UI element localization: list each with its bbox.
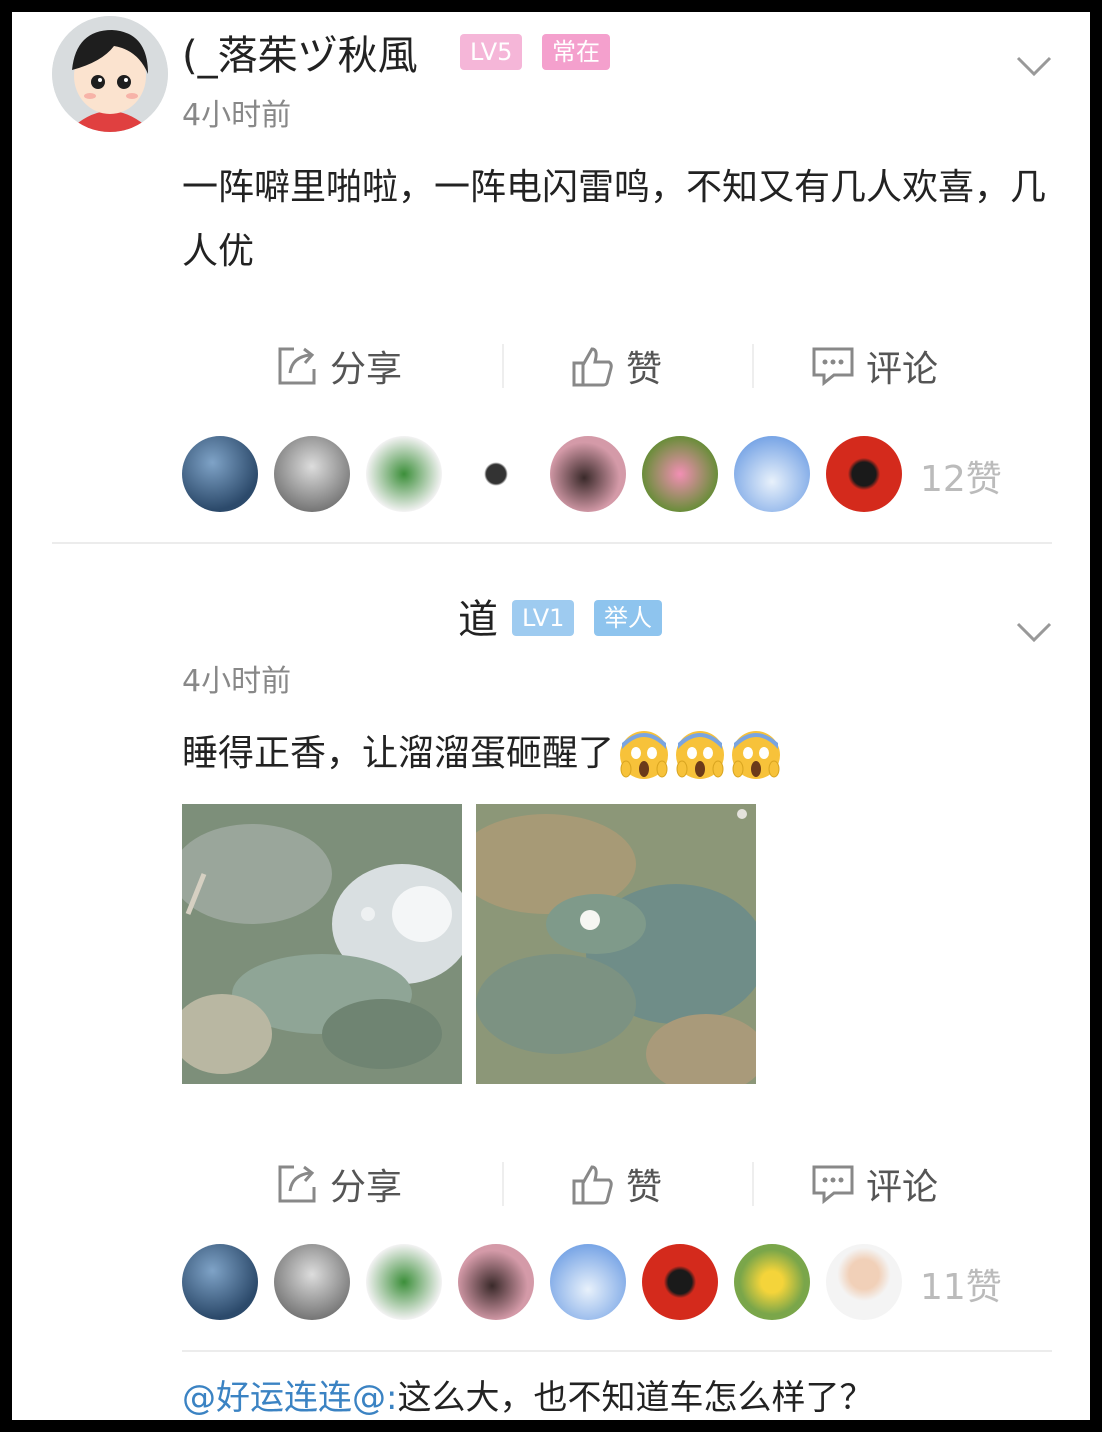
screen: (_落茱ヅ秋風 LV5 常在 4小时前 一阵噼里啪啦，一阵电闪雷鸣，不知又有几人… [12, 12, 1090, 1420]
liker-avatar[interactable] [734, 436, 810, 512]
comment-label: 评论 [866, 349, 939, 390]
like-count[interactable]: 11赞 [920, 1258, 1002, 1310]
level-badge: LV5 [460, 34, 523, 70]
share-label: 分享 [330, 1167, 403, 1208]
scream-emoji-icon [676, 731, 725, 779]
action-bar: 分享 赞 评论 [182, 1154, 1062, 1214]
liker-avatar[interactable] [642, 436, 718, 512]
liker-avatar[interactable] [458, 436, 534, 512]
liker-avatar[interactable] [274, 436, 350, 512]
reply-mention[interactable]: @好运连连@: [182, 1378, 397, 1418]
separator [752, 1162, 754, 1206]
share-button[interactable]: 分享 [274, 1154, 402, 1214]
liker-avatar[interactable] [826, 436, 902, 512]
likers-row: 11赞 [182, 1244, 1062, 1320]
rank-badge: 举人 [594, 600, 662, 636]
post-time: 4小时前 [182, 664, 292, 699]
comment-icon [812, 347, 854, 387]
share-icon [278, 1165, 316, 1203]
like-button[interactable]: 赞 [570, 1154, 662, 1214]
comment-icon [812, 1165, 854, 1205]
share-label: 分享 [330, 349, 403, 390]
rank-badge: 常在 [542, 34, 610, 70]
share-icon [278, 347, 316, 385]
liker-avatar[interactable] [550, 1244, 626, 1320]
comment-button[interactable]: 评论 [810, 1154, 938, 1214]
like-label: 赞 [626, 1167, 663, 1208]
liker-avatar[interactable] [734, 1244, 810, 1320]
like-count[interactable]: 12赞 [920, 450, 1002, 502]
separator [502, 344, 504, 388]
post-time: 4小时前 [182, 98, 292, 133]
reply-comment: @好运连连@:这么大，也不知道车怎么样了？ [182, 1370, 873, 1419]
scream-emoji-icon [732, 731, 781, 779]
avatar[interactable] [52, 16, 168, 132]
liker-avatar[interactable] [642, 1244, 718, 1320]
post-text: 一阵噼里啪啦，一阵电闪雷鸣，不知又有几人欢喜，几人优 [182, 167, 1047, 272]
scream-emoji-icon [620, 731, 669, 779]
share-button[interactable]: 分享 [274, 336, 402, 396]
reply-divider [182, 1350, 1052, 1352]
post-photo-2[interactable] [476, 804, 756, 1084]
liker-avatar[interactable] [182, 1244, 258, 1320]
like-label: 赞 [626, 349, 663, 390]
chevron-down-icon[interactable] [1014, 54, 1054, 78]
username[interactable]: (_落茱ヅ秋風 [182, 32, 418, 80]
post-text: 睡得正香，让溜溜蛋砸醒了 [182, 722, 1062, 786]
liker-avatar[interactable] [826, 1244, 902, 1320]
separator [752, 344, 754, 388]
liker-avatar[interactable] [274, 1244, 350, 1320]
liker-avatar[interactable] [182, 436, 258, 512]
reply-text: 这么大，也不知道车怎么样了？ [397, 1378, 874, 1418]
comment-label: 评论 [866, 1167, 939, 1208]
separator [502, 1162, 504, 1206]
like-button[interactable]: 赞 [570, 336, 662, 396]
liker-avatar[interactable] [550, 436, 626, 512]
liker-avatar[interactable] [366, 436, 442, 512]
thumbs-up-icon [572, 347, 613, 387]
level-badge: LV1 [512, 600, 575, 636]
post-divider [52, 542, 1052, 544]
username[interactable]: 道 [458, 596, 498, 644]
chevron-down-icon[interactable] [1014, 620, 1054, 644]
liker-avatar[interactable] [366, 1244, 442, 1320]
post-text-content: 睡得正香，让溜溜蛋砸醒了 [182, 733, 615, 774]
likers-row: 12赞 [182, 436, 1062, 512]
thumbs-up-icon [572, 1165, 613, 1205]
liker-avatar[interactable] [458, 1244, 534, 1320]
comment-button[interactable]: 评论 [810, 336, 938, 396]
action-bar: 分享 赞 评论 [182, 336, 1062, 396]
post-photo-1[interactable] [182, 804, 462, 1084]
